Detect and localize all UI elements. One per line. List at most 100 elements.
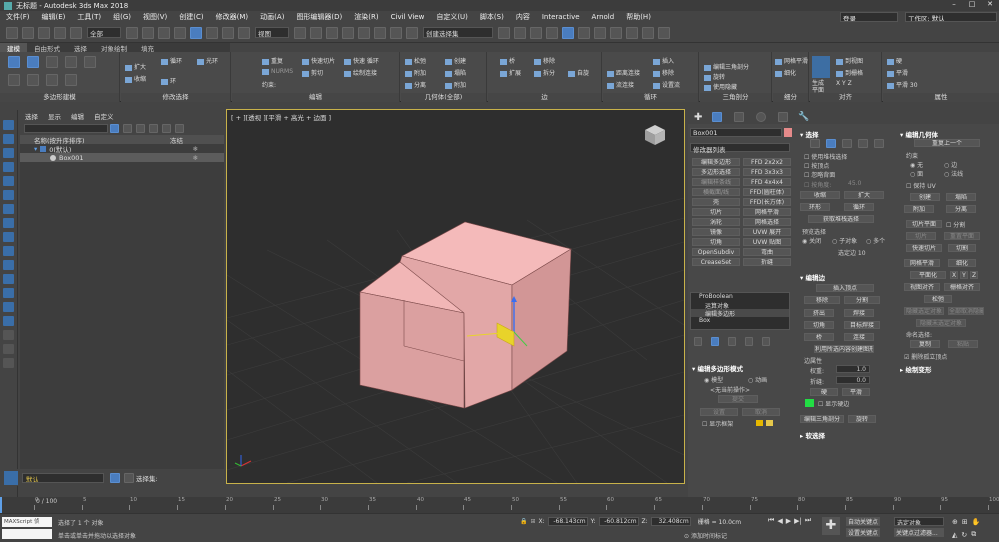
display-cameras-icon[interactable] (3, 162, 14, 172)
cage-color-2[interactable] (766, 420, 773, 426)
insert-loop-button[interactable]: 插入 (653, 56, 674, 65)
x-coord-input[interactable]: -68.143cm (547, 517, 588, 526)
preserve-uv-checkbox[interactable]: ☐ 保持 UV (906, 181, 936, 190)
add-time-tag[interactable]: ⊙ 添加时间标记 (684, 531, 727, 540)
use-hidden-button[interactable]: 使用隐藏 (704, 82, 737, 91)
preview-off-radio[interactable]: ◉ 关闭 (802, 236, 821, 245)
geom-collapse-button[interactable]: 塌陷 (946, 193, 976, 201)
geom-detach-button[interactable]: 分离 (946, 205, 976, 213)
smooth-edge-button[interactable]: 平滑 (842, 388, 870, 396)
rendered-frame-icon[interactable] (642, 26, 654, 39)
auto-key-button[interactable]: 自动关键点 (846, 517, 880, 526)
prev-frame-icon[interactable]: ◀ (777, 517, 782, 525)
close-button[interactable]: ✕ (981, 0, 999, 8)
explorer-row-layer[interactable]: ▾ 0(默认) ❄ (20, 144, 224, 154)
soft-selection-header[interactable]: ▸ 软选择 (800, 430, 825, 440)
connect-edge-button[interactable]: 连接 (844, 333, 874, 341)
edge-split-button[interactable]: 拆分 (534, 68, 555, 77)
object-name-field[interactable]: Box001 (690, 128, 782, 137)
curve-editor-icon[interactable] (578, 26, 590, 39)
snaps-toggle-icon[interactable] (342, 26, 354, 39)
menu-create[interactable]: 创建(C) (173, 12, 209, 22)
render-production-icon[interactable] (658, 26, 670, 39)
menu-rendering[interactable]: 渲染(R) (348, 12, 384, 22)
explorer-search-input[interactable] (24, 123, 108, 133)
menu-graph-editors[interactable]: 图形编辑器(D) (290, 12, 348, 22)
spin-button[interactable]: 自旋 (568, 68, 589, 77)
set-flow-button[interactable]: 设置流 (653, 80, 680, 89)
select-manipulate-icon[interactable] (310, 26, 322, 39)
modify-tab-icon[interactable] (712, 112, 723, 122)
menu-interactive[interactable]: Interactive (536, 13, 586, 21)
create-tab-icon[interactable]: ✚ (694, 112, 702, 123)
menu-customize[interactable]: 自定义(U) (430, 12, 474, 22)
poly-mode-header[interactable]: ▾ 编辑多边形模式 (692, 363, 743, 373)
zoom-all-icon[interactable]: ⊞ (962, 518, 968, 526)
show-cage-checkbox[interactable]: ☐ 显示框架 (702, 419, 733, 428)
menu-scripting[interactable]: 脚本(S) (474, 12, 510, 22)
paste-named-button[interactable]: 粘贴 (948, 340, 978, 348)
mod-symmetry[interactable]: 镜像 (692, 228, 740, 236)
named-selection-dropdown[interactable]: 创建选择集 (423, 27, 493, 38)
bind-space-warp-icon[interactable] (70, 26, 82, 39)
extrude-edge-button[interactable]: 挤出 (804, 309, 834, 317)
remove-edge-button[interactable]: 移除 (804, 296, 840, 304)
stack-operands[interactable]: 运算对象 (691, 301, 789, 309)
model-radio[interactable]: ◉ 模型 (704, 375, 723, 384)
explorer-hierarchy-icon[interactable] (136, 123, 145, 133)
animate-radio[interactable]: ○ 动画 (748, 375, 767, 384)
explorer-menu-customize[interactable]: 自定义 (89, 111, 119, 121)
mod-opensubdiv[interactable]: OpenSubdiv (692, 248, 740, 256)
ribbon-tab-object-paint[interactable]: 对象绘制 (94, 43, 134, 53)
copy-named-button[interactable]: 复制 (910, 340, 940, 348)
mod-meshsmooth[interactable]: 网格平滑 (743, 208, 791, 216)
timeline[interactable]: 0 / 100 0 5 10 15 20 25 30 35 40 45 50 55 60 65 70 75 80… (0, 497, 999, 513)
menu-views[interactable]: 视图(V) (137, 12, 173, 22)
reference-coord-dropdown[interactable]: 视图 (255, 27, 289, 38)
planar-y-button[interactable]: Y (960, 271, 968, 279)
sort-list-icon[interactable] (124, 472, 134, 483)
object-color-swatch[interactable] (784, 128, 792, 137)
relax-cmd-button[interactable]: 松弛 (924, 295, 952, 303)
shrink-sel-button[interactable]: 收缩 (800, 191, 840, 199)
modifier-list-dropdown[interactable]: 修改器列表 (690, 143, 790, 154)
explorer-col-frozen[interactable]: 冻结 (170, 135, 183, 145)
edit-named-sets-icon[interactable] (406, 26, 418, 39)
repeat-last-button[interactable]: 重复上一个 (914, 139, 980, 147)
menu-help[interactable]: 帮助(H) (620, 12, 657, 22)
display-tab-icon[interactable] (778, 112, 789, 122)
ring-button[interactable]: 环 (161, 76, 176, 85)
delete-isolated-checkbox[interactable]: ☑ 删除孤立顶点 (904, 352, 947, 361)
selection-header[interactable]: ▾ 选择 (800, 129, 819, 139)
maxscript-input[interactable] (2, 529, 52, 539)
menu-arnold[interactable]: Arnold (586, 13, 621, 21)
ribbon-tab-freeform[interactable]: 自由形式 (27, 43, 67, 53)
workspace-dropdown[interactable]: 工作区: 默认 (905, 12, 997, 22)
layer-explorer-icon[interactable] (4, 470, 18, 485)
menu-content[interactable]: 内容 (510, 12, 536, 22)
grow-sel-button[interactable]: 扩大 (844, 191, 884, 199)
create-button[interactable]: 创建 (445, 56, 466, 65)
commit-button[interactable]: 提交 (718, 395, 758, 403)
flow-connect-button[interactable]: 流连接 (607, 80, 634, 89)
edge-mode-icon[interactable] (27, 56, 39, 68)
constraint-normal-radio[interactable]: ○ 法线 (944, 169, 963, 178)
goto-start-icon[interactable]: ⏮ (768, 516, 774, 525)
split-edge-button[interactable]: 分割 (844, 296, 880, 304)
quickslice-cmd-button[interactable]: 快速切片 (906, 244, 942, 252)
tessellate-button[interactable]: 细化 (775, 68, 796, 77)
viewport-label-menu[interactable]: [ + ][透视 ][平滑 + 高光 + 边面 ] (231, 112, 331, 122)
to-grid-button[interactable]: 到栅格 (836, 68, 863, 77)
hide-unselected-button[interactable]: 隐藏未选定对象 (916, 319, 966, 327)
bridge-edge-button[interactable]: 桥 (804, 333, 834, 341)
mod-bend[interactable]: 弯曲 (743, 248, 791, 256)
mod-crease[interactable]: 折缝 (743, 258, 791, 266)
mod-chamfer[interactable]: 切角 (692, 238, 740, 246)
key-filters-button[interactable]: 关键点过滤器... (894, 528, 944, 537)
element-mode-icon[interactable] (84, 56, 96, 68)
explorer-menu-select[interactable]: 选择 (20, 111, 43, 121)
hard-edge-button[interactable]: 硬 (810, 388, 838, 396)
sync-selection-icon[interactable] (3, 330, 14, 340)
cage-color-1[interactable] (756, 420, 763, 426)
menu-modifiers[interactable]: 修改器(M) (210, 12, 255, 22)
